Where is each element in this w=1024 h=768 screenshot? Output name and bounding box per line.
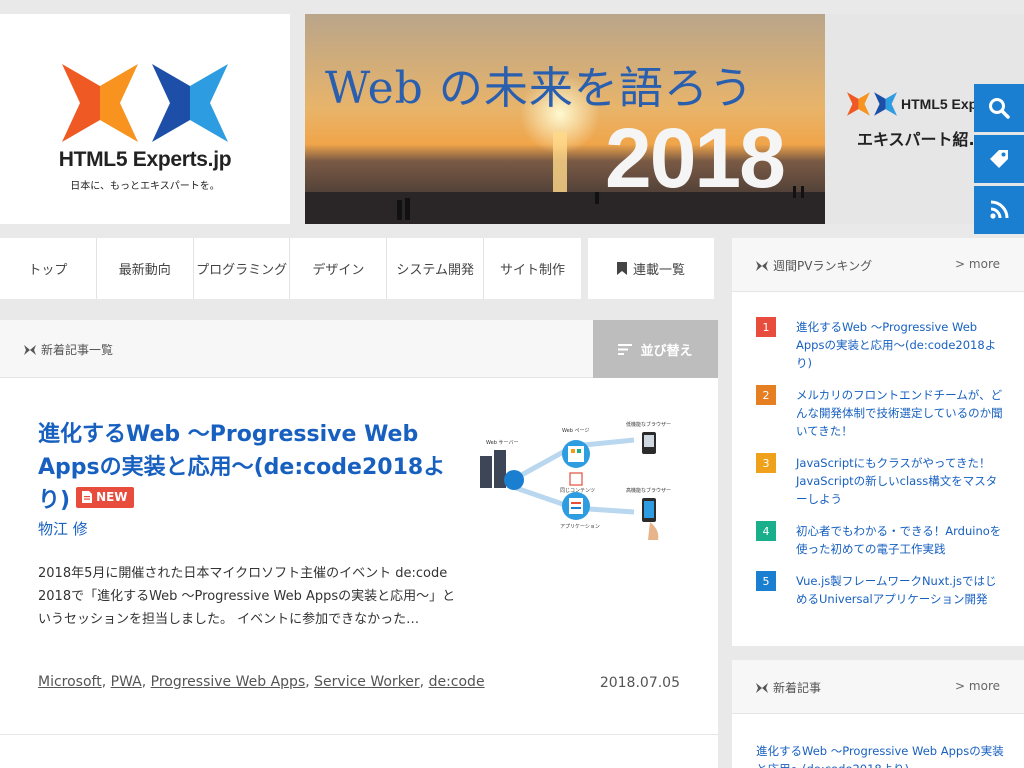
ranking-item-link[interactable]: JavaScriptにもクラスがやってきた！JavaScriptの新しいclas… [796,454,1006,508]
document-icon [82,491,93,503]
bookmark-icon [616,262,627,275]
thumb-label-content: 同じコンテンツ [560,488,595,494]
banner-year: 2018 [605,111,786,205]
article-list-heading: 新着記事一覧 [24,341,113,358]
latest-title: 新着記事 [756,679,821,696]
sort-lines-icon [618,343,633,355]
article-author-link[interactable]: 物江 修 [38,518,88,539]
thumb-label-server: Web サーバー [486,440,518,446]
article-excerpt: 2018年5月に開催された日本マイクロソフト主催のイベント de:code 20… [38,566,456,627]
article-divider [0,734,718,735]
tag-icon [990,150,1008,168]
new-badge: NEW [76,486,134,508]
latest-header: 新着記事 > more [732,660,1024,714]
tag-link[interactable]: PWA [111,674,142,690]
ranking-title: 週間PVランキング [756,257,872,274]
thumb-label-browser1: 低機能なブラウザー [626,421,671,428]
search-icon [989,98,1010,119]
tag-link[interactable]: Service Worker [314,674,420,690]
ranking-more-link[interactable]: > more [955,257,1000,271]
bowtie-logo-icon [24,344,36,355]
rank-number: 1 [756,317,776,337]
ranking-item: 2 メルカリのフロントエンドチームが、どんな開発体制で技術選定しているのか聞いて… [756,385,1006,440]
main-nav: トップ 最新動向 プログラミング デザイン システム開発 サイト制作 [0,238,581,299]
floating-side-buttons [974,84,1024,237]
article-list-header: 新着記事一覧 並び替え [0,320,718,378]
logo-title: HTML5 Experts.jp [58,148,232,171]
article-date: 2018.07.05 [599,675,680,691]
banner-title: Web の未来を語ろう [325,63,754,114]
site-logo[interactable]: HTML5 Experts.jp 日本に、もっとエキスパートを。 [0,14,290,224]
ranking-item: 4 初心者でもわかる・できる！Arduinoを使った初めての電子工作実践 [756,521,1006,558]
ranking-item-link[interactable]: 進化するWeb 〜Progressive Web Appsの実装と応用〜(de:… [796,318,1006,372]
latest-title-text: 新着記事 [773,681,822,695]
rank-number: 5 [756,571,776,591]
weekly-ranking-widget: 週間PVランキング > more 1 進化するWeb 〜Progressive … [732,238,1024,646]
nav-item-top[interactable]: トップ [0,238,97,299]
search-button[interactable] [974,84,1024,132]
tags-button[interactable] [974,135,1024,183]
ranking-header: 週間PVランキング > more [732,238,1024,292]
bowtie-logo-icon [756,260,768,271]
tag-link[interactable]: Progressive Web Apps [151,674,306,690]
latest-item-link[interactable]: 進化するWeb 〜Progressive Web Appsの実装と応用〜(de:… [756,742,1006,768]
rss-button[interactable] [974,186,1024,234]
thumb-label-app: アプリケーション [560,523,600,530]
rank-number: 4 [756,521,776,541]
thumb-label-browser2: 高機能なブラウザー [626,487,671,494]
nav-item-design[interactable]: デザイン [290,238,388,299]
article-tags: Microsoft, PWA, Progressive Web Apps, Se… [38,674,485,690]
pwa-diagram-thumbnail[interactable]: Web サーバー Web ページ 低機能なブラウザー 高機能なブラウザー 同じコ… [474,418,684,540]
nav-item-site-building[interactable]: サイト制作 [484,238,581,299]
latest-articles-widget: 新着記事 > more 進化するWeb 〜Progressive Web App… [732,660,1024,768]
ranking-item: 1 進化するWeb 〜Progressive Web Appsの実装と応用〜(d… [756,317,1006,372]
banner-side-text: エキスパート紹... [857,130,987,149]
bowtie-logo-icon [756,682,768,693]
thumb-label-page: Web ページ [562,428,589,434]
series-list-button[interactable]: 連載一覧 [588,238,714,299]
nav-item-programming[interactable]: プログラミング [194,238,291,299]
tag-link[interactable]: de:code [429,674,485,690]
article-list-panel: 新着記事一覧 並び替え 進化するWeb 〜Progressive Web App… [0,320,718,768]
series-list-label: 連載一覧 [632,263,685,278]
rank-number: 3 [756,453,776,473]
ranking-item-link[interactable]: メルカリのフロントエンドチームが、どんな開発体制で技術選定しているのか聞いてきた… [796,386,1006,440]
banner-logo-icon [847,92,897,116]
ranking-title-text: 週間PVランキング [773,259,873,273]
nav-item-system-dev[interactable]: システム開発 [387,238,485,299]
logo-mark-icon [62,64,228,142]
new-badge-text: NEW [96,489,128,504]
rss-icon [990,200,1009,219]
latest-more-link[interactable]: > more [955,679,1000,693]
logo-tagline: 日本に、もっとエキスパートを。 [70,181,220,192]
article-title-link[interactable]: 進化するWeb 〜Progressive Web Appsの実装と応用〜(de:… [38,418,458,517]
article-list-heading-text: 新着記事一覧 [41,343,114,357]
sort-button-label: 並び替え [640,343,693,359]
ranking-item: 5 Vue.js製フレームワークNuxt.jsではじめるUniversalアプリ… [756,571,1006,608]
nav-item-trends[interactable]: 最新動向 [97,238,194,299]
event-banner[interactable]: Web の未来を語ろう 2018 HTML5 Experts エキスパート紹..… [305,14,1024,224]
tag-link[interactable]: Microsoft [38,674,102,690]
rank-number: 2 [756,385,776,405]
sort-button[interactable]: 並び替え [593,320,718,378]
ranking-item: 3 JavaScriptにもクラスがやってきた！JavaScriptの新しいcl… [756,453,1006,508]
ranking-item-link[interactable]: 初心者でもわかる・できる！Arduinoを使った初めての電子工作実践 [796,522,1006,558]
ranking-item-link[interactable]: Vue.js製フレームワークNuxt.jsではじめるUniversalアプリケー… [796,572,1006,608]
